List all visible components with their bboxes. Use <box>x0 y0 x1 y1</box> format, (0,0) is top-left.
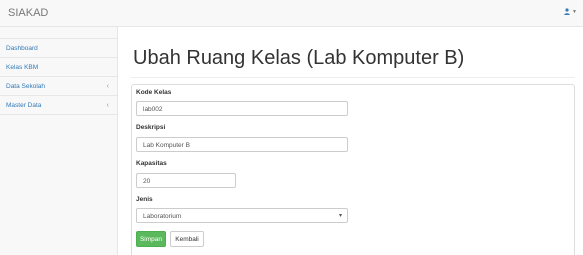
save-button[interactable]: Simpan <box>136 231 166 247</box>
chevron-down-icon: ▼ <box>572 8 577 15</box>
chevron-left-icon: ‹ <box>106 82 109 90</box>
sidebar-item-dashboard[interactable]: Dashboard <box>0 39 117 58</box>
sidebar-item-data-sekolah[interactable]: Data Sekolah ‹ <box>0 77 117 96</box>
brand-logo[interactable]: SIAKAD <box>8 7 48 19</box>
kapasitas-input[interactable]: 20 <box>136 173 236 188</box>
jenis-selected-value: Laboratorium <box>143 213 182 220</box>
sidebar-spacer <box>0 27 117 39</box>
sidebar-item-label: Kelas KBM <box>6 63 39 71</box>
deskripsi-label: Deskripsi <box>136 124 166 131</box>
page-title: Ubah Ruang Kelas (Lab Komputer B) <box>133 47 465 69</box>
jenis-select[interactable]: Laboratorium ▾ <box>136 208 348 223</box>
user-menu[interactable]: ▼ <box>564 8 577 15</box>
sidebar: Dashboard Kelas KBM Data Sekolah ‹ Maste… <box>0 27 118 255</box>
deskripsi-input[interactable]: Lab Komputer B <box>136 137 348 152</box>
chevron-left-icon: ‹ <box>106 101 109 109</box>
jenis-label: Jenis <box>136 196 153 203</box>
sidebar-item-kelas-kbm[interactable]: Kelas KBM <box>0 58 117 77</box>
sidebar-item-label: Data Sekolah <box>6 82 46 90</box>
kode-kelas-input[interactable]: lab002 <box>136 101 348 116</box>
back-button[interactable]: Kembali <box>170 231 204 247</box>
title-divider <box>131 77 575 78</box>
sidebar-item-master-data[interactable]: Master Data ‹ <box>0 96 117 115</box>
kode-kelas-label: Kode Kelas <box>136 89 172 96</box>
sidebar-item-label: Dashboard <box>6 44 38 52</box>
user-icon <box>564 8 570 15</box>
sidebar-item-label: Master Data <box>6 101 42 109</box>
kapasitas-label: Kapasitas <box>136 160 167 167</box>
chevron-down-icon: ▾ <box>338 213 342 219</box>
top-navbar: SIAKAD ▼ <box>0 0 583 27</box>
